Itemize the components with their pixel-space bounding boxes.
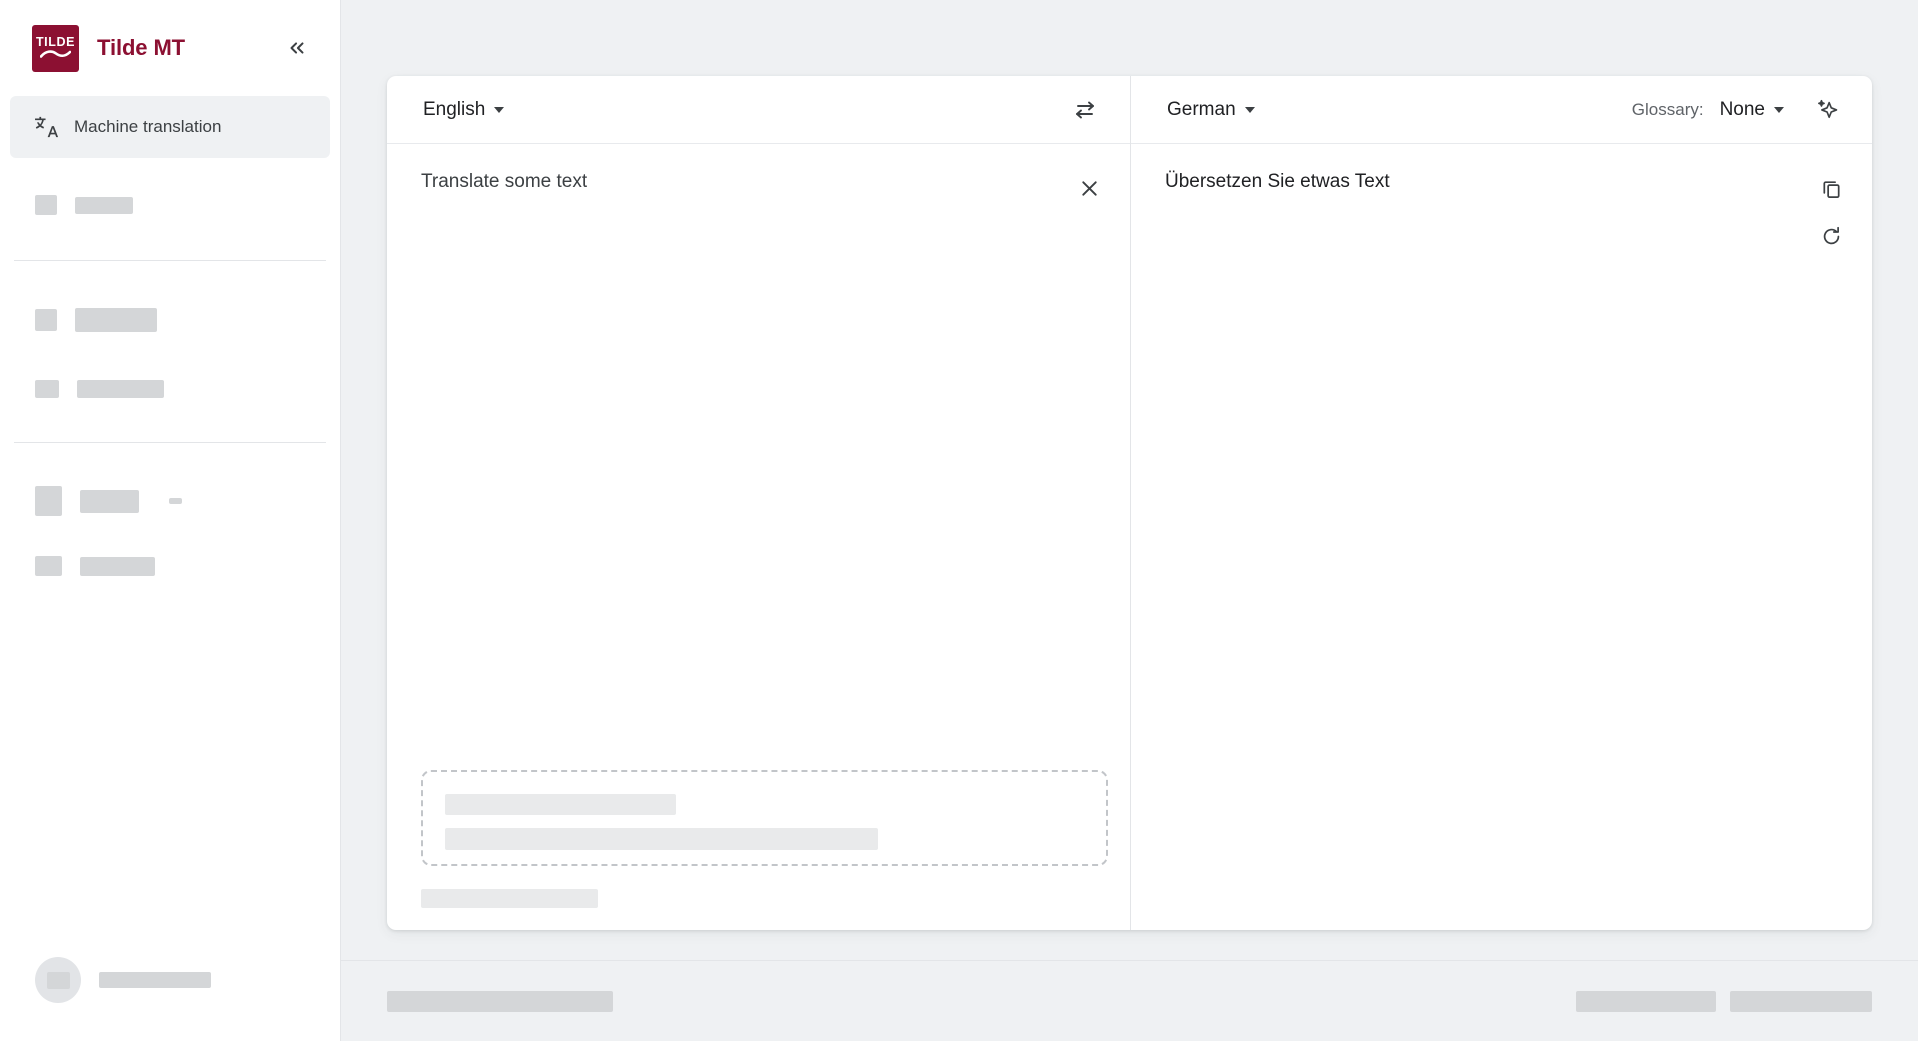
sidebar-loading-group-2 bbox=[0, 261, 340, 398]
chevron-down-icon bbox=[1774, 106, 1784, 113]
bottom-bar bbox=[341, 960, 1918, 1041]
sidebar-skeleton-item bbox=[0, 486, 340, 516]
source-pane-actions bbox=[1070, 168, 1108, 770]
ai-enhance-button[interactable] bbox=[1808, 91, 1846, 129]
source-language-label: English bbox=[423, 98, 486, 120]
app-root: TILDE Tilde MT Machine translation Engli… bbox=[0, 0, 1918, 1041]
skeleton-label bbox=[80, 556, 155, 576]
glossary-select[interactable]: None bbox=[1718, 95, 1786, 125]
skeleton-badge bbox=[169, 498, 182, 504]
source-text-wrap[interactable]: Translate some text bbox=[421, 168, 1070, 770]
brand-name: Tilde MT bbox=[97, 35, 186, 60]
skeleton-icon bbox=[35, 380, 59, 398]
source-language-select[interactable]: English bbox=[421, 95, 506, 125]
translate-icon bbox=[32, 114, 58, 140]
source-pane-body: Translate some text bbox=[387, 144, 1130, 770]
target-text-output: Übersetzen Sie etwas Text bbox=[1165, 171, 1390, 192]
skeleton-label bbox=[75, 196, 133, 214]
source-pane-header: English bbox=[387, 76, 1130, 144]
file-dropzone[interactable] bbox=[421, 770, 1108, 866]
sidebar-loading-group-1 bbox=[0, 158, 340, 215]
sidebar-skeleton-item bbox=[0, 556, 340, 576]
logo-wordmark: TILDE bbox=[35, 34, 76, 49]
sidebar: TILDE Tilde MT Machine translation bbox=[0, 0, 341, 1041]
avatar bbox=[35, 957, 81, 1003]
glossary-label: Glossary: bbox=[1631, 99, 1704, 119]
bottom-bar-action-placeholder-2 bbox=[1730, 990, 1872, 1012]
dropzone-line-1-placeholder bbox=[445, 794, 676, 815]
target-pane-actions bbox=[1812, 168, 1850, 930]
translator-card: English Translate some text German Gloss… bbox=[387, 76, 1872, 930]
skeleton-label bbox=[80, 489, 139, 513]
chevrons-left-icon bbox=[290, 42, 304, 54]
target-pane-header: German Glossary: None bbox=[1131, 76, 1872, 144]
account-name-placeholder bbox=[99, 972, 211, 988]
refresh-icon bbox=[1823, 226, 1839, 244]
sparkle-icon bbox=[1817, 99, 1837, 119]
target-pane-body: Übersetzen Sie etwas Text bbox=[1131, 144, 1872, 930]
clear-source-button[interactable] bbox=[1070, 169, 1108, 207]
bottom-bar-left-placeholder bbox=[387, 990, 613, 1012]
copy-icon bbox=[1822, 180, 1840, 198]
sidebar-loading-group-3 bbox=[0, 443, 340, 576]
sidebar-skeleton-item bbox=[0, 380, 340, 398]
skeleton-icon bbox=[35, 309, 57, 331]
sidebar-skeleton-item bbox=[0, 308, 340, 332]
target-language-select[interactable]: German bbox=[1165, 95, 1257, 125]
work-area: English Translate some text German Gloss… bbox=[341, 0, 1918, 960]
sidebar-item-machine-translation[interactable]: Machine translation bbox=[10, 96, 330, 158]
target-pane: German Glossary: None Übersetzen Sie etw… bbox=[1131, 76, 1872, 930]
skeleton-icon bbox=[35, 195, 57, 215]
chevron-down-icon bbox=[1244, 106, 1255, 113]
brand-row: TILDE Tilde MT bbox=[0, 0, 340, 96]
sidebar-skeleton-item bbox=[0, 195, 340, 215]
skeleton-icon bbox=[35, 556, 62, 576]
avatar-inner-placeholder bbox=[46, 971, 70, 989]
chevron-down-icon bbox=[494, 106, 505, 113]
swap-horizontal-icon bbox=[1076, 101, 1094, 118]
skeleton-icon bbox=[35, 486, 62, 516]
source-pane-footer bbox=[387, 770, 1130, 930]
bottom-bar-action-placeholder-1 bbox=[1576, 990, 1716, 1012]
source-text-input[interactable]: Translate some text bbox=[421, 168, 1070, 196]
sidebar-account-skeleton[interactable] bbox=[0, 957, 340, 1041]
skeleton-label bbox=[77, 380, 164, 398]
sidebar-item-label: Machine translation bbox=[74, 117, 222, 136]
source-footer-note bbox=[421, 866, 1108, 908]
source-pane: English Translate some text bbox=[387, 76, 1131, 930]
copy-translation-button[interactable] bbox=[1812, 169, 1850, 207]
sidebar-collapse-button[interactable] bbox=[280, 31, 314, 65]
dropzone-line-2-placeholder bbox=[445, 828, 878, 850]
target-text-wrap: Übersetzen Sie etwas Text bbox=[1165, 168, 1812, 930]
swap-languages-button[interactable] bbox=[1066, 91, 1104, 129]
skeleton-label bbox=[75, 308, 157, 332]
close-icon bbox=[1081, 180, 1097, 196]
tilde-logo-icon: TILDE bbox=[32, 24, 79, 72]
retranslate-button[interactable] bbox=[1812, 217, 1850, 255]
main-content: English Translate some text German Gloss… bbox=[341, 0, 1918, 1041]
footer-note-placeholder bbox=[421, 889, 598, 908]
glossary-value: None bbox=[1719, 98, 1765, 120]
target-language-label: German bbox=[1167, 98, 1236, 120]
